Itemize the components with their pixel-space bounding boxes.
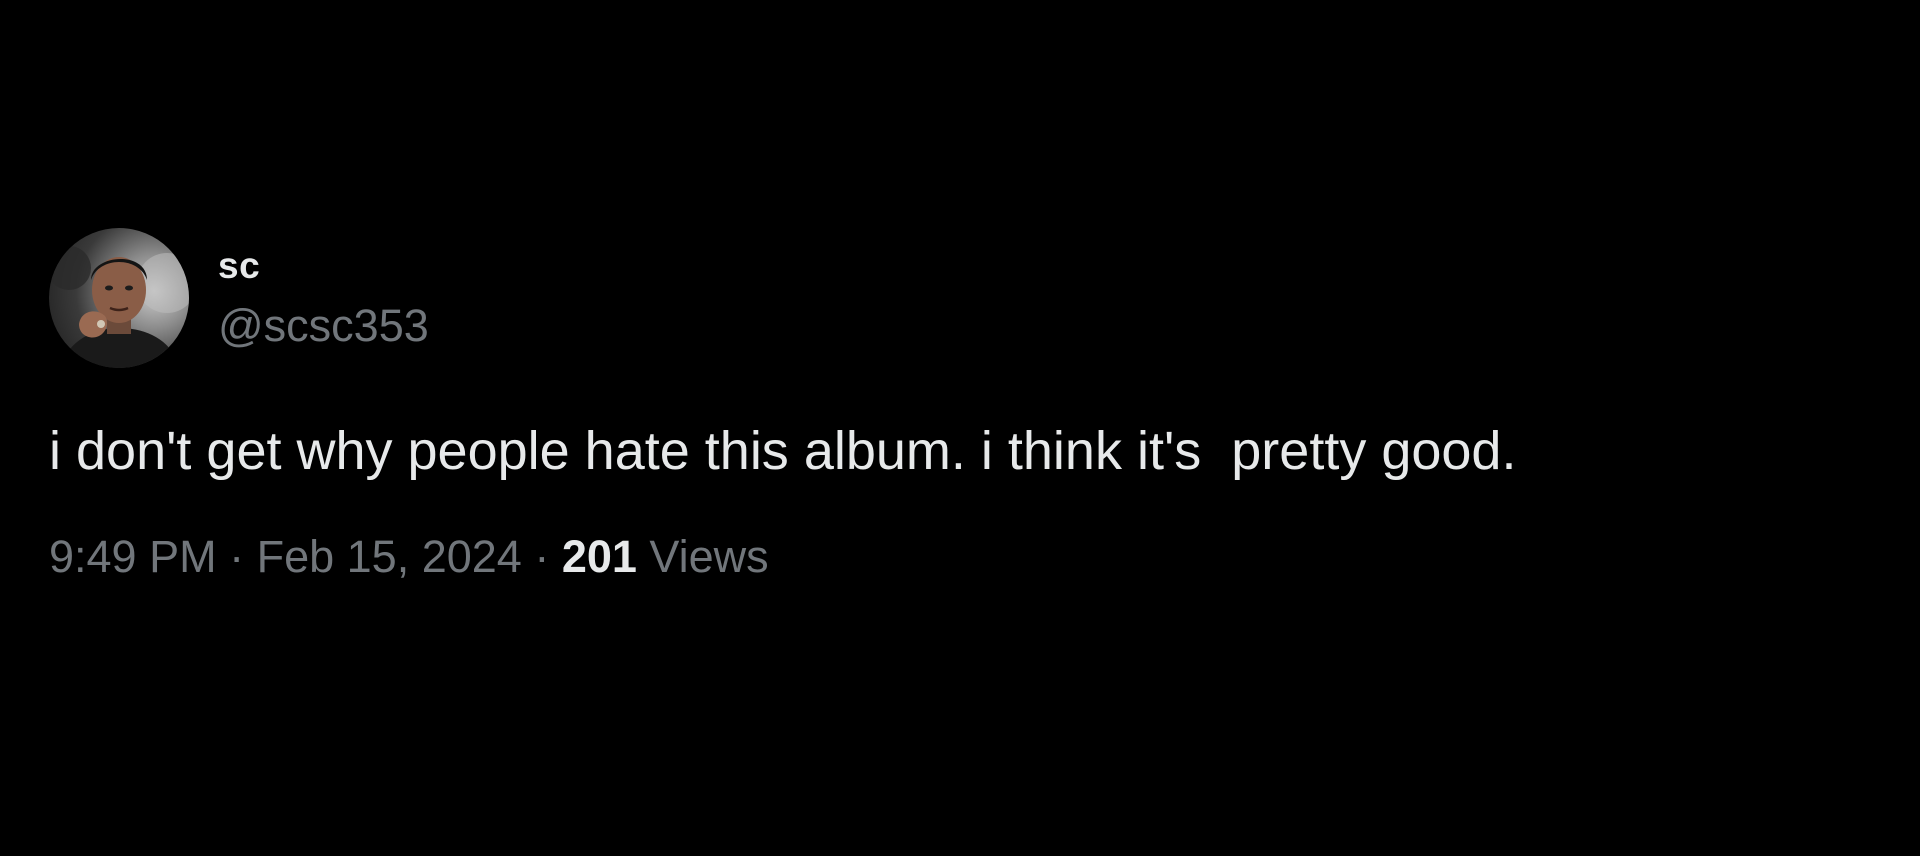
meta-separator: ·: [521, 531, 562, 582]
meta-separator: ·: [216, 531, 257, 582]
author-handle[interactable]: @scsc353: [218, 300, 429, 352]
author-names: sc @scsc353: [218, 245, 429, 352]
tweet-card: sc @scsc353 i don't get why people hate …: [49, 228, 1849, 585]
tweet-time[interactable]: 9:49 PM: [49, 531, 217, 582]
author-display-name[interactable]: sc: [218, 245, 429, 287]
tweet-meta: 9:49 PM · Feb 15, 2024 · 201 Views: [49, 529, 1849, 585]
profile-photo-icon: [49, 246, 189, 368]
views-count[interactable]: 201: [562, 531, 637, 582]
views-label: Views: [649, 531, 769, 582]
avatar[interactable]: [49, 228, 189, 368]
tweet-date[interactable]: Feb 15, 2024: [257, 531, 522, 582]
tweet-text: i don't get why people hate this album. …: [49, 421, 1517, 481]
tweet-header: sc @scsc353: [49, 228, 1849, 368]
